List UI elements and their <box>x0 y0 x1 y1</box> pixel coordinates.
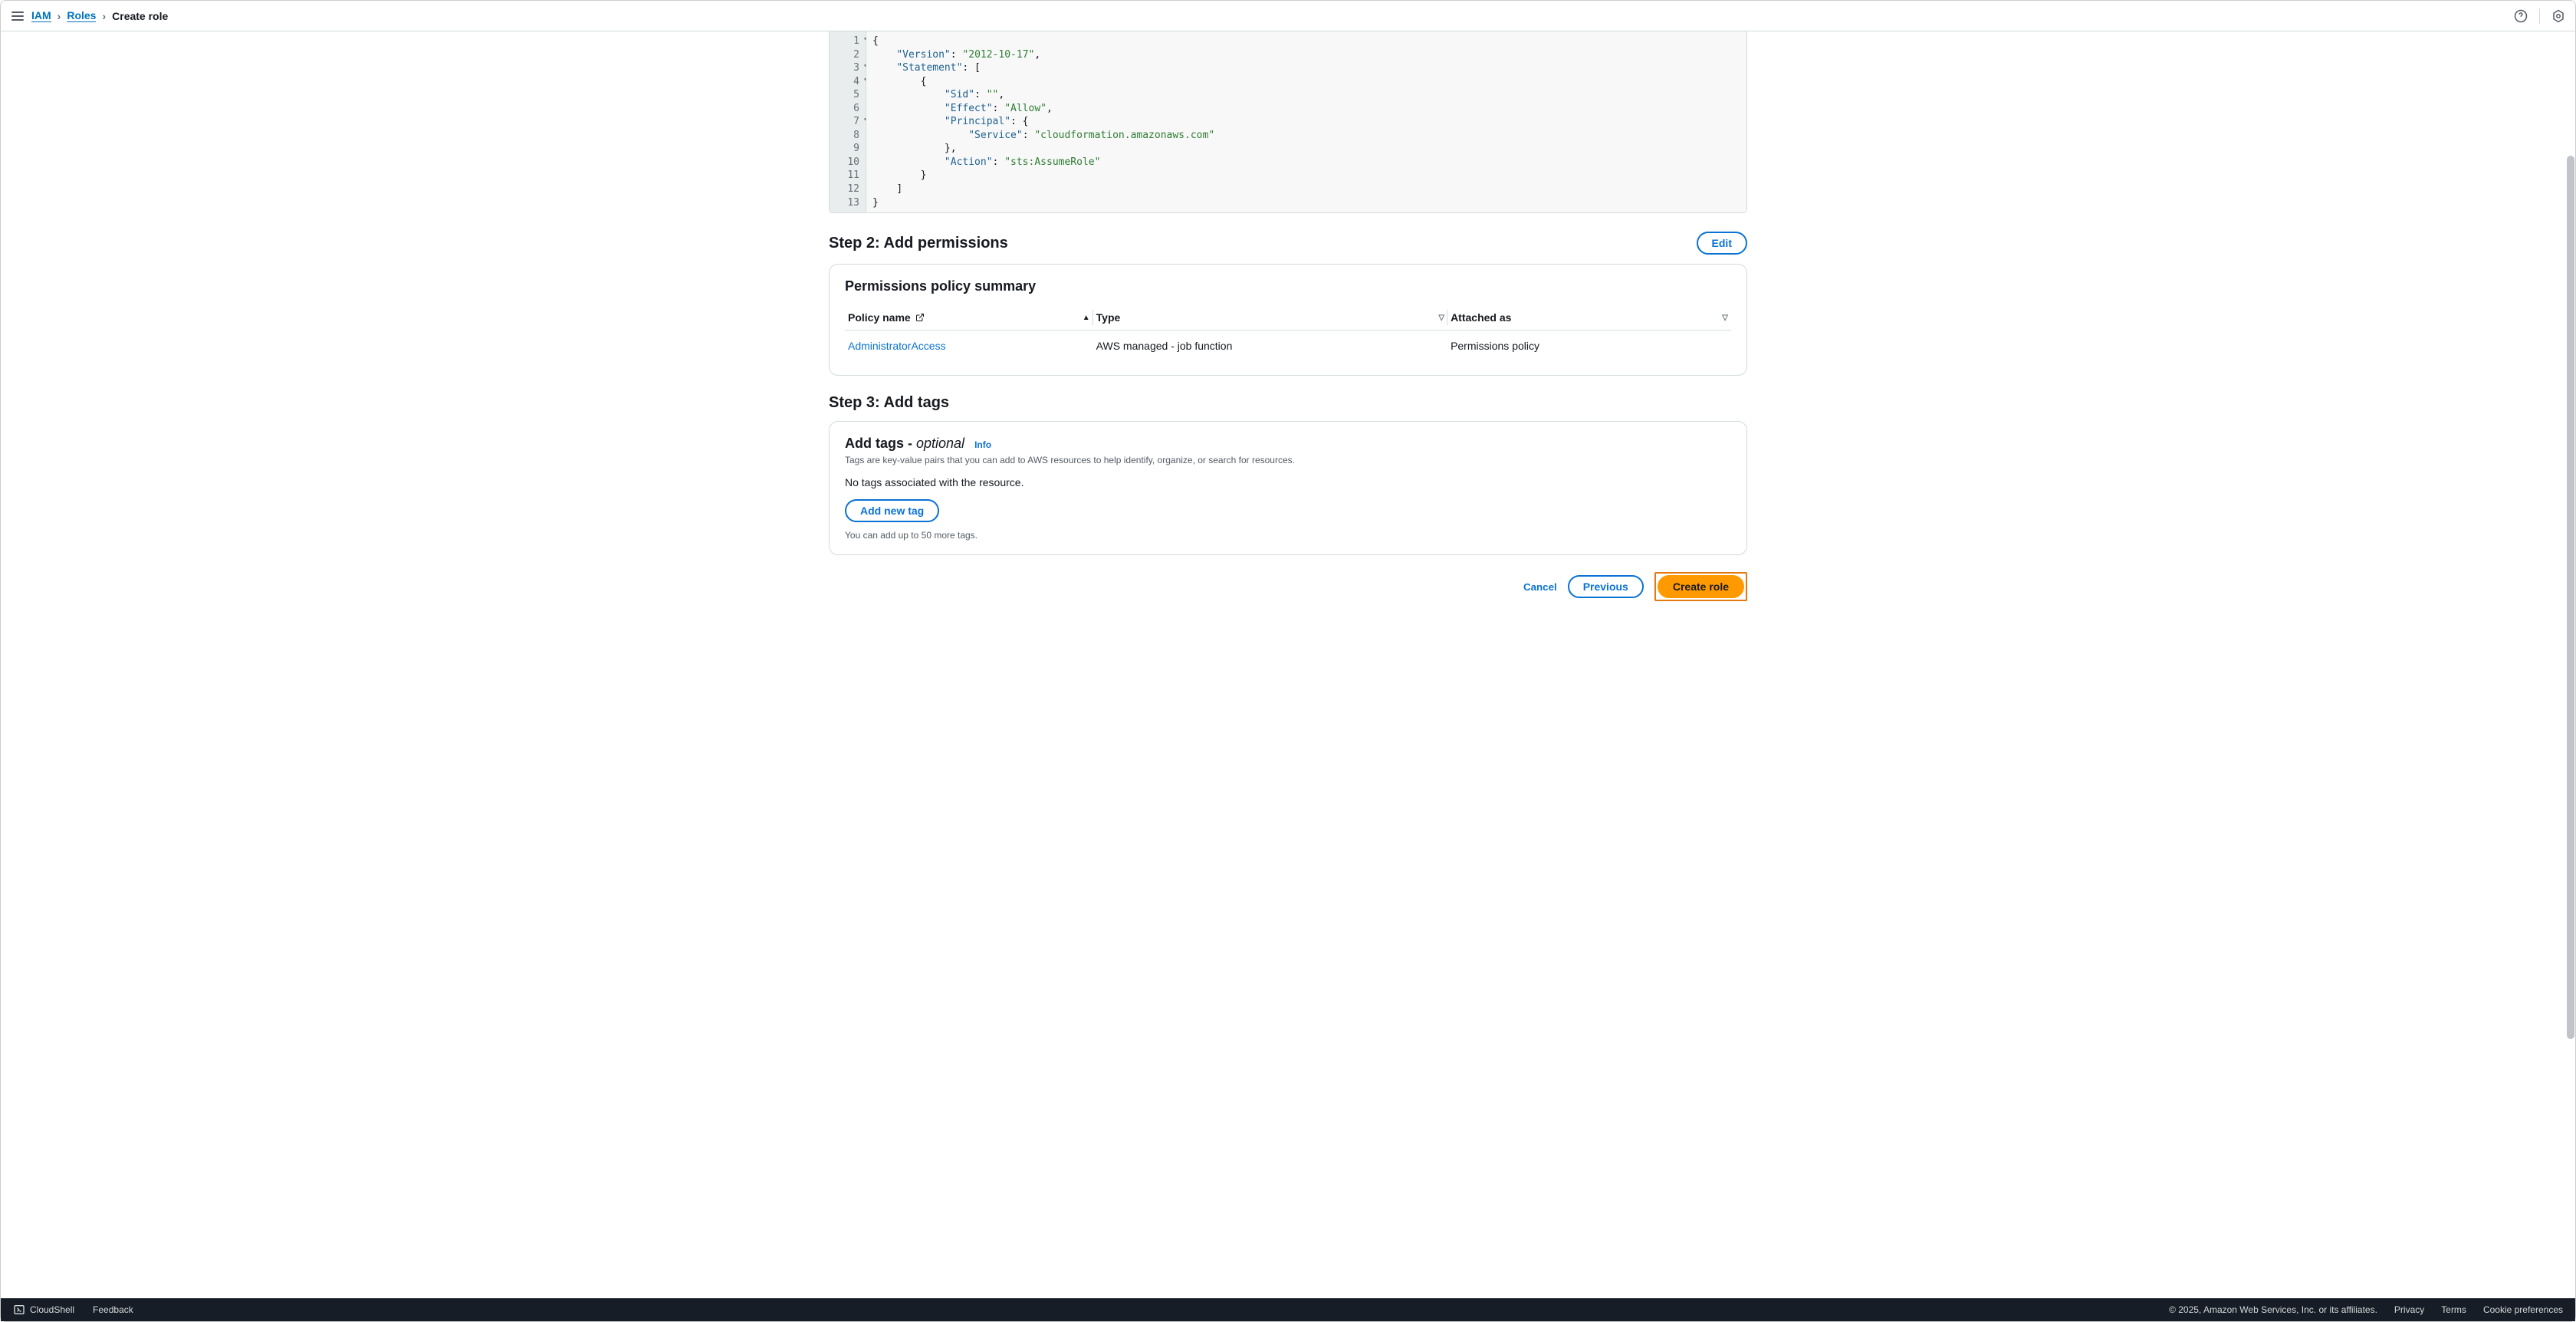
external-link-icon <box>915 313 925 322</box>
tags-info-link[interactable]: Info <box>974 439 991 450</box>
chevron-right-icon: › <box>102 10 106 22</box>
step-3-title: Step 3: Add tags <box>829 394 949 412</box>
breadcrumb: IAM › Roles › Create role <box>31 9 168 22</box>
breadcrumb-current: Create role <box>112 10 168 22</box>
trust-policy-editor[interactable]: 12345678910111213 { "Version": "2012-10-… <box>829 31 1747 213</box>
hamburger-menu-icon[interactable] <box>10 8 25 24</box>
sort-icon: ▽ <box>1438 314 1444 322</box>
tags-heading: Add tags - optional Info <box>845 436 1731 452</box>
create-role-button[interactable]: Create role <box>1658 575 1744 598</box>
cancel-button[interactable]: Cancel <box>1523 581 1557 593</box>
step-2-title: Step 2: Add permissions <box>829 235 1008 252</box>
previous-button[interactable]: Previous <box>1568 575 1644 598</box>
tags-description: Tags are key-value pairs that you can ad… <box>845 455 1731 465</box>
col-policy-name[interactable]: Policy name ▲ <box>848 311 1090 324</box>
breadcrumb-roles[interactable]: Roles <box>67 9 96 22</box>
policy-attached-as: Permissions policy <box>1447 330 1731 362</box>
bottom-bar: CloudShell Feedback © 2025, Amazon Web S… <box>1 1298 2575 1321</box>
help-icon[interactable] <box>2513 8 2528 24</box>
policy-name-link[interactable]: AdministratorAccess <box>848 340 946 352</box>
sort-icon: ▽ <box>1722 314 1728 322</box>
main-content: 12345678910111213 { "Version": "2012-10-… <box>1 31 2575 1298</box>
breadcrumb-iam[interactable]: IAM <box>31 9 51 22</box>
sort-asc-icon: ▲ <box>1083 314 1090 322</box>
step-3-header: Step 3: Add tags <box>829 394 1747 412</box>
copyright-text: © 2025, Amazon Web Services, Inc. or its… <box>2169 1304 2377 1315</box>
table-row: AdministratorAccess AWS managed - job fun… <box>845 330 1731 362</box>
permissions-summary-title: Permissions policy summary <box>845 278 1731 294</box>
tags-limit-hint: You can add up to 50 more tags. <box>845 530 1731 541</box>
top-bar: IAM › Roles › Create role <box>1 1 2575 31</box>
tags-panel: Add tags - optional Info Tags are key-va… <box>829 421 1747 555</box>
settings-hex-icon[interactable] <box>2551 8 2566 24</box>
cloudshell-button[interactable]: CloudShell <box>13 1304 74 1316</box>
create-role-highlight: Create role <box>1654 572 1747 601</box>
tags-empty-text: No tags associated with the resource. <box>845 476 1731 488</box>
divider <box>2539 8 2540 24</box>
privacy-link[interactable]: Privacy <box>2394 1304 2424 1315</box>
permissions-table: Policy name ▲ Type ▽ <box>845 305 1731 361</box>
add-new-tag-button[interactable]: Add new tag <box>845 499 939 522</box>
col-attached-as[interactable]: Attached as ▽ <box>1451 311 1728 324</box>
permissions-panel: Permissions policy summary Policy name ▲ <box>829 264 1747 376</box>
cookie-prefs-link[interactable]: Cookie preferences <box>2483 1304 2563 1315</box>
chevron-right-icon: › <box>58 10 61 22</box>
step-2-header: Step 2: Add permissions Edit <box>829 232 1747 255</box>
wizard-actions: Cancel Previous Create role <box>829 572 1747 601</box>
feedback-link[interactable]: Feedback <box>93 1304 133 1315</box>
policy-type: AWS managed - job function <box>1093 330 1447 362</box>
col-type[interactable]: Type ▽ <box>1096 311 1444 324</box>
edit-permissions-button[interactable]: Edit <box>1697 232 1747 255</box>
terms-link[interactable]: Terms <box>2441 1304 2466 1315</box>
